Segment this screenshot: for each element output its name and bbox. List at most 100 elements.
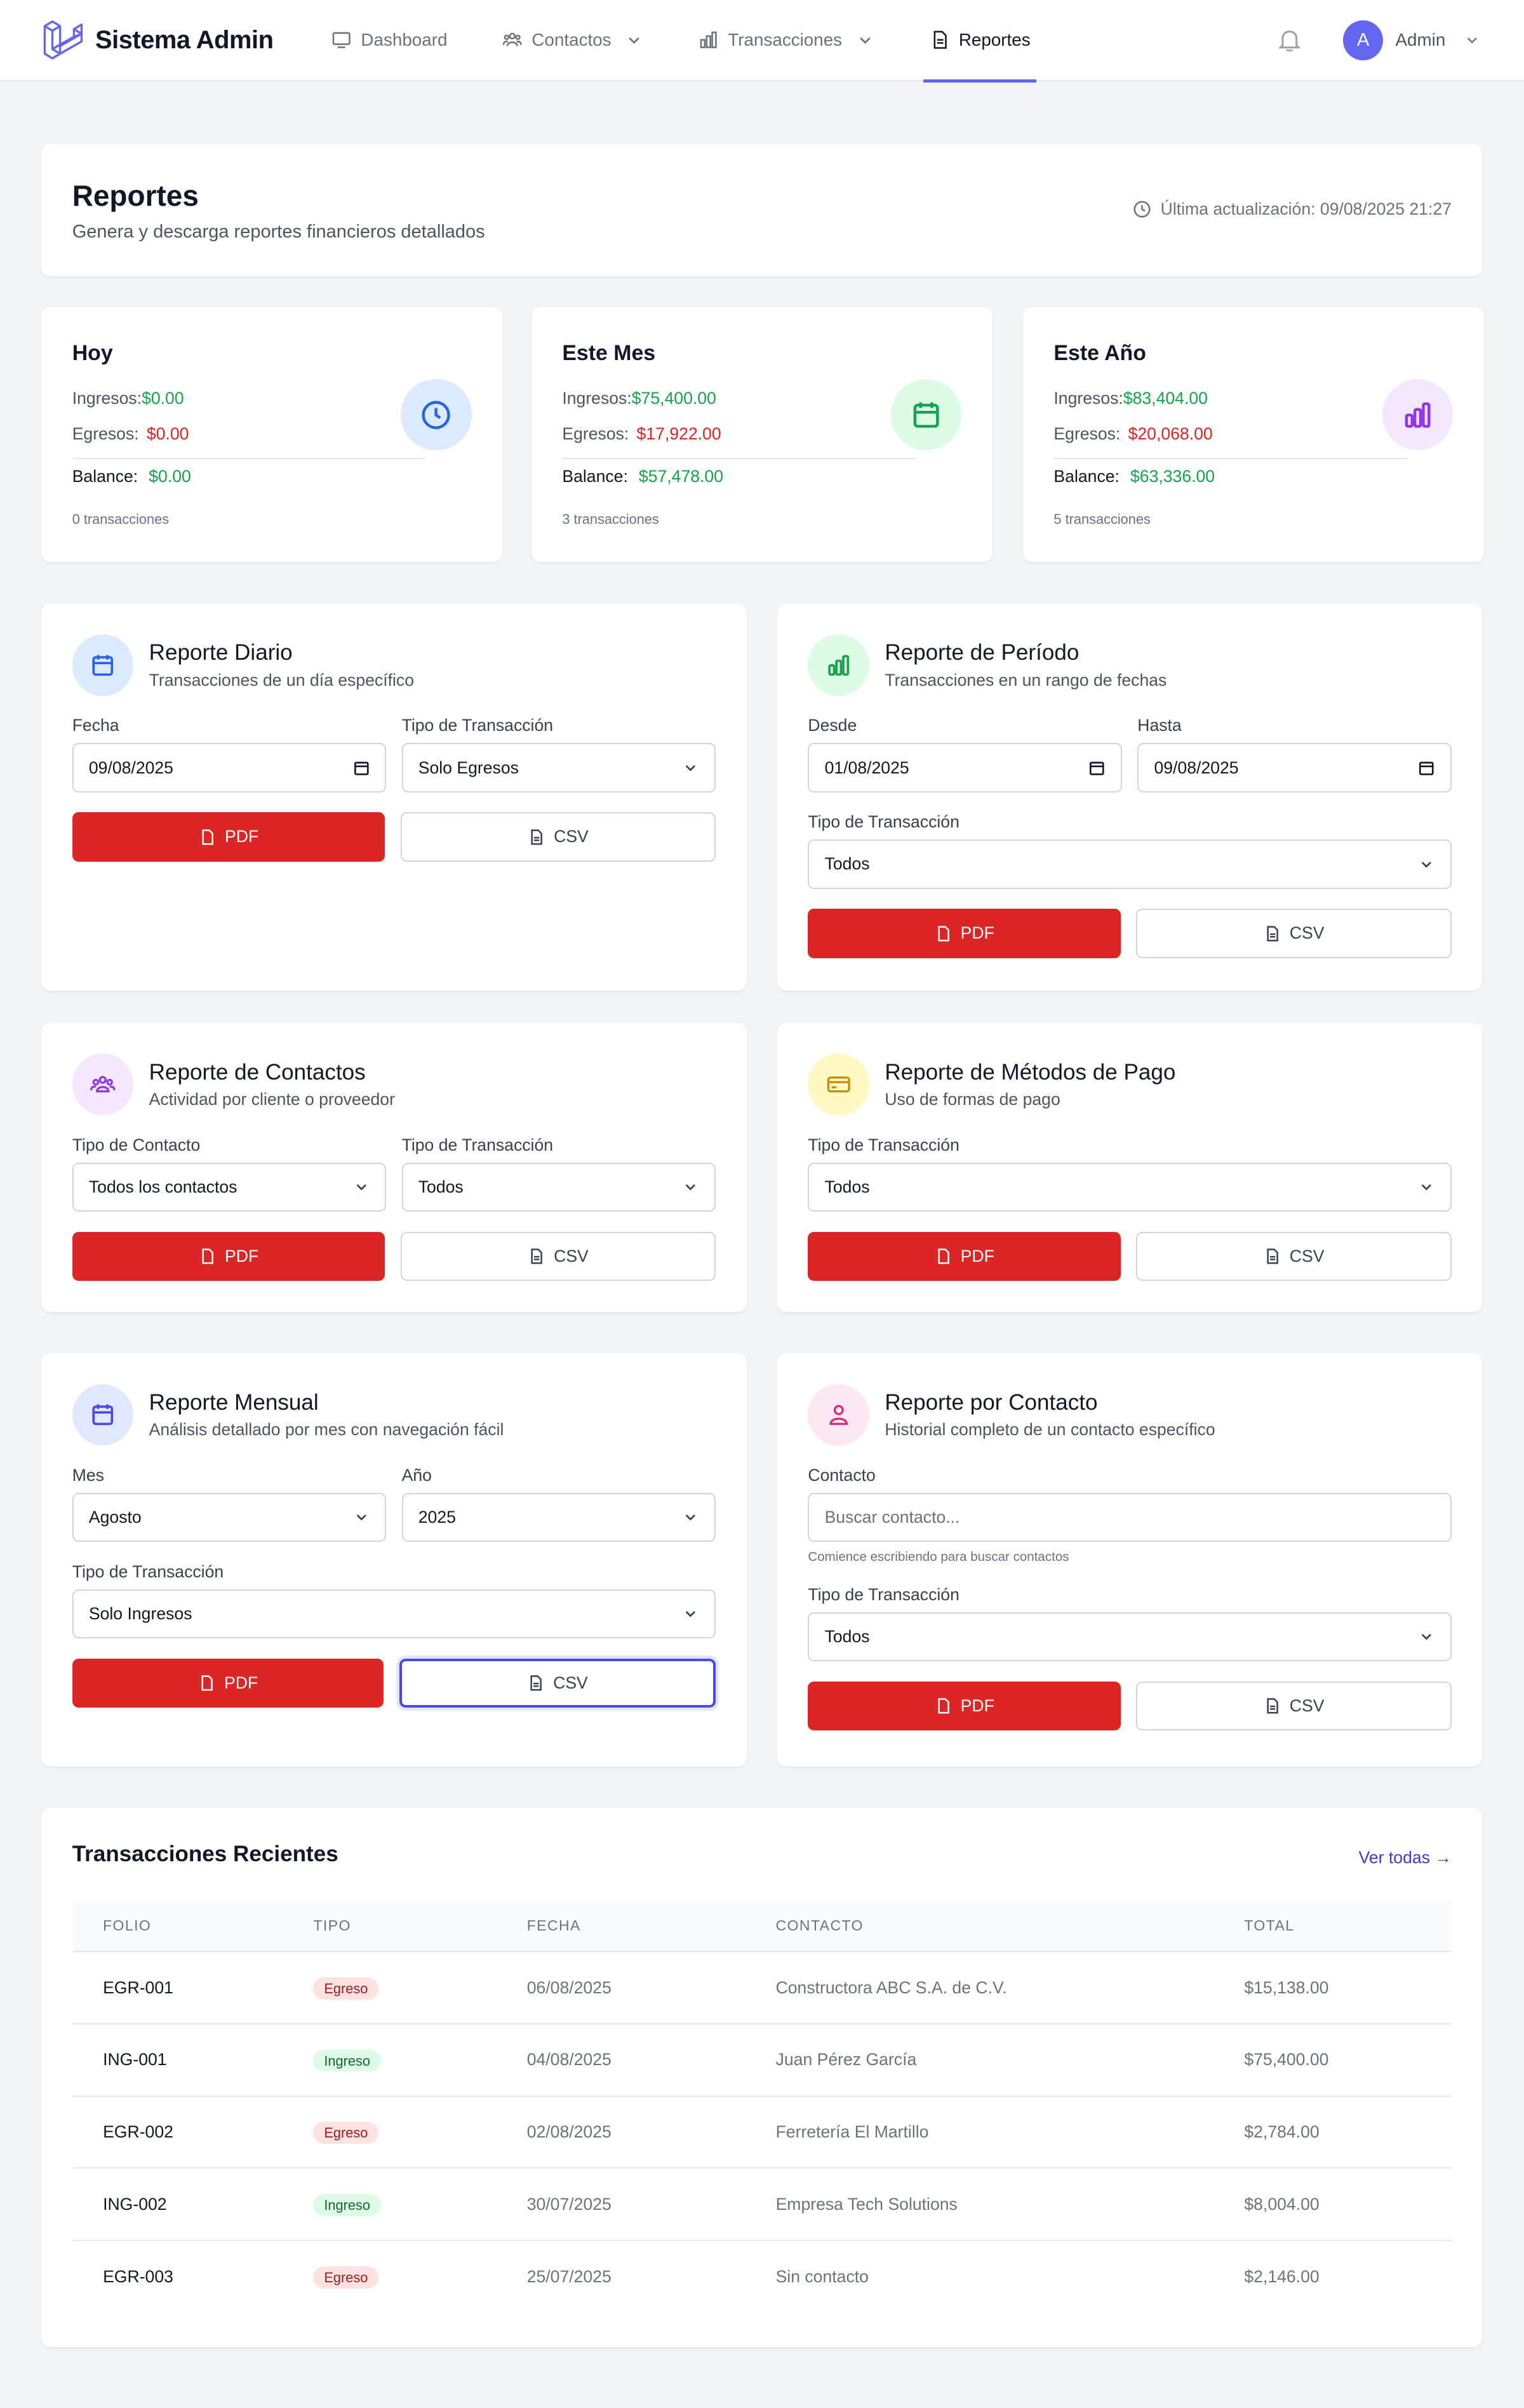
user-menu[interactable]: A Admin — [1343, 20, 1481, 60]
csv-button[interactable]: CSV — [400, 1231, 716, 1281]
clock-icon — [401, 379, 472, 450]
recent-transactions-card: Transacciones Recientes Ver todas → FOLI… — [41, 1808, 1483, 2348]
clock-icon — [1133, 201, 1151, 218]
report-metodos-card: Reporte de Métodos de Pago Uso de formas… — [777, 1023, 1483, 1312]
stat-card-mes: Este Mes Ingresos:$75,400.00 Egresos: $1… — [531, 307, 993, 563]
folio-cell: EGR-002 — [72, 2096, 283, 2169]
hasta-date-input[interactable]: 09/08/2025 — [1137, 743, 1452, 793]
users-icon — [72, 1054, 134, 1116]
report-subtitle: Transacciones de un día específico — [149, 670, 414, 690]
mes-select[interactable]: Agosto — [72, 1492, 387, 1542]
csv-button[interactable]: CSV — [400, 812, 716, 862]
column-header: TOTAL — [1213, 1901, 1452, 1953]
contacto-cell: Juan Pérez García — [745, 2024, 1213, 2097]
chevron-down-icon — [686, 1515, 696, 1521]
document-icon — [937, 925, 949, 941]
contacto-search-input[interactable]: Buscar contacto... — [808, 1492, 1452, 1542]
document-text-icon — [1267, 1248, 1278, 1264]
chevron-down-icon — [686, 765, 696, 772]
csv-button[interactable]: CSV — [399, 1658, 716, 1708]
tipo-contacto-label: Tipo de Contacto — [72, 1135, 201, 1154]
tipo-transaccion-select[interactable]: Todos — [808, 1612, 1452, 1662]
select-value: Todos los contactos — [88, 1177, 237, 1196]
last-update-text: Última actualización: 09/08/2025 21:27 — [1160, 199, 1452, 219]
nav-reportes[interactable]: Reportes — [923, 0, 1036, 83]
stat-balance: Balance: $63,336.00 — [1053, 467, 1215, 486]
csv-button[interactable]: CSV — [1136, 909, 1452, 958]
tipo-transaccion-label: Tipo de Transacción — [401, 716, 554, 735]
total-cell: $2,146.00 — [1244, 2266, 1320, 2286]
brand[interactable]: Sistema Admin — [43, 18, 326, 62]
nav-dashboard[interactable]: Dashboard — [326, 0, 453, 81]
report-mensual-card: Reporte Mensual Análisis detallado por m… — [41, 1353, 747, 1767]
laravel-logo-icon — [43, 20, 83, 60]
folio-cell: ING-001 — [72, 2024, 283, 2097]
report-contactos-card: Reporte de Contactos Actividad por clien… — [41, 1023, 747, 1312]
tipo-transaccion-select[interactable]: Todos — [401, 1162, 716, 1212]
pdf-button[interactable]: PDF — [72, 1231, 385, 1281]
table-row: ING-001 Ingreso 04/08/2025 Juan Pérez Ga… — [72, 2024, 1452, 2097]
table-row: EGR-003 Egreso 25/07/2025 Sin contacto $… — [72, 2240, 1452, 2313]
document-text-icon — [530, 1675, 542, 1691]
csv-button[interactable]: CSV — [1136, 1681, 1452, 1731]
calendar-icon — [891, 379, 962, 450]
column-header: CONTACTO — [745, 1901, 1213, 1953]
report-title: Reporte de Período — [885, 640, 1080, 666]
nav-transacciones[interactable]: Transacciones — [693, 0, 881, 81]
anio-select[interactable]: 2025 — [401, 1492, 716, 1542]
page-header: Reportes Genera y descarga reportes fina… — [41, 144, 1483, 277]
last-update: Última actualización: 09/08/2025 21:27 — [1133, 199, 1452, 219]
document-icon — [933, 31, 947, 50]
column-header: FOLIO — [72, 1901, 283, 1953]
stat-title: Este Año — [1053, 341, 1146, 365]
status-badge: Egreso — [313, 2266, 379, 2289]
table-row: EGR-002 Egreso 02/08/2025 Ferretería El … — [72, 2096, 1452, 2169]
contacto-cell: Ferretería El Martillo — [745, 2096, 1213, 2169]
tipo-transaccion-select[interactable]: Todos — [808, 839, 1452, 889]
brand-name: Sistema Admin — [95, 25, 274, 54]
document-icon — [202, 1248, 213, 1264]
contacto-help-text: Comience escribiendo para buscar contact… — [808, 1549, 1069, 1565]
tipo-transaccion-label: Tipo de Transacción — [808, 1584, 959, 1604]
tipo-contacto-select[interactable]: Todos los contactos — [72, 1162, 387, 1212]
pdf-button[interactable]: PDF — [808, 1231, 1121, 1281]
fecha-cell: 04/08/2025 — [496, 2024, 745, 2097]
stat-count: 0 transacciones — [72, 511, 170, 527]
tipo-transaccion-label: Tipo de Transacción — [808, 1135, 959, 1154]
users-icon — [503, 32, 523, 47]
bell-icon[interactable] — [1276, 26, 1304, 54]
tipo-transaccion-label: Tipo de Transacción — [808, 812, 959, 832]
view-all-link[interactable]: Ver todas → — [1359, 1848, 1452, 1868]
total-cell: $15,138.00 — [1213, 1951, 1452, 2025]
contacto-cell: Empresa Tech Solutions — [745, 2168, 1213, 2242]
document-text-icon — [1267, 1698, 1278, 1714]
tipo-transaccion-select[interactable]: Solo Egresos — [401, 743, 716, 793]
calendar-icon[interactable] — [1088, 759, 1106, 777]
nav-contactos[interactable]: Contactos — [497, 0, 650, 81]
pdf-button[interactable]: PDF — [808, 909, 1121, 958]
total-cell: $2,784.00 — [1213, 2096, 1452, 2169]
user-name: Admin — [1395, 30, 1446, 50]
select-value: Todos — [824, 1627, 870, 1647]
chevron-down-icon — [1467, 37, 1478, 44]
select-value: Todos — [824, 1177, 870, 1196]
column-header: FECHA — [496, 1901, 745, 1953]
calendar-icon[interactable] — [353, 759, 370, 777]
anio-label: Año — [401, 1465, 432, 1485]
nav-transacciones-label: Transacciones — [728, 30, 843, 50]
pdf-button[interactable]: PDF — [808, 1681, 1121, 1731]
report-diario-card: Reporte Diario Transacciones de un día e… — [41, 603, 747, 991]
contacto-cell: Sin contacto — [775, 2266, 869, 2286]
pdf-button[interactable]: PDF — [72, 812, 385, 862]
desde-date-input[interactable]: 01/08/2025 — [808, 743, 1123, 793]
calendar-icon[interactable] — [1418, 759, 1435, 777]
bar-chart-icon — [700, 32, 718, 49]
csv-button[interactable]: CSV — [1136, 1231, 1452, 1281]
tipo-transaccion-label: Tipo de Transacción — [72, 1562, 224, 1581]
chevron-down-icon — [860, 37, 871, 44]
pdf-button[interactable]: PDF — [72, 1658, 384, 1708]
fecha-date-input[interactable]: 09/08/2025 — [72, 743, 387, 793]
chevron-down-icon — [1421, 861, 1432, 868]
tipo-transaccion-select[interactable]: Solo Ingresos — [72, 1589, 716, 1639]
tipo-transaccion-select[interactable]: Todos — [808, 1162, 1452, 1212]
